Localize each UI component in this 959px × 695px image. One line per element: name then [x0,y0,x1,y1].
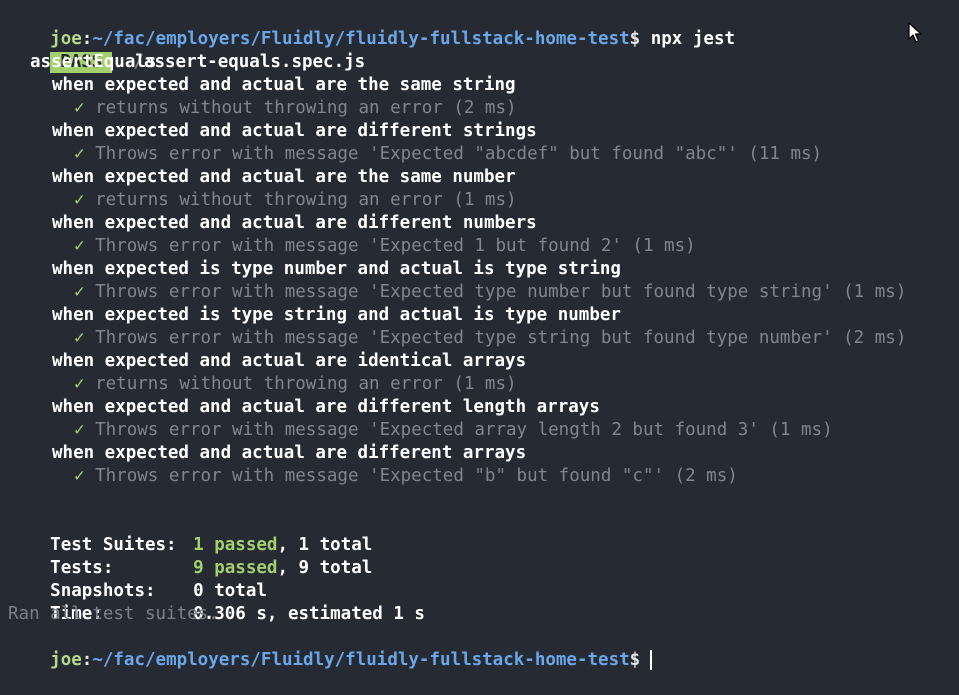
text-cursor[interactable] [650,650,653,670]
summary-tests-label: Tests: [50,558,114,578]
test-case-name: Throws error with message 'Expected "abc… [95,144,823,164]
suite-name: assertEquals [30,52,157,72]
describe-block: when expected and actual are different s… [52,121,537,141]
describe-block: when expected and actual are different n… [52,213,537,233]
test-case: ✓ returns without throwing an error (1 m… [8,189,959,212]
test-case: ✓ Throws error with message 'Expected ar… [8,419,959,442]
describe-block: when expected and actual are different a… [52,443,527,463]
check-icon: ✓ [74,144,85,164]
test-case: ✓ returns without throwing an error (2 m… [8,97,959,120]
summary-snapshots-value: 0 total [193,581,267,601]
describe-block: when expected and actual are different l… [52,397,600,417]
summary-snapshots-label: Snapshots: [50,581,156,601]
prompt-user: joe [50,29,82,49]
command-text: npx jest [640,29,736,49]
describe-block: when expected and actual are identical a… [52,351,527,371]
test-case: ✓ Throws error with message 'Expected 1 … [8,235,959,258]
test-case: ✓ Throws error with message 'Expected ty… [8,327,959,350]
check-icon: ✓ [74,98,85,118]
final-prompt-path: ~/fac/employers/Fluidly/fluidly-fullstac… [92,650,630,670]
describe-block: when expected is type number and actual … [52,259,621,279]
final-prompt-line[interactable]: joe:~/fac/employers/Fluidly/fluidly-full… [8,626,959,670]
prompt-separator: : [81,29,93,49]
final-prompt-user: joe [50,650,82,670]
summary-suites-total: , 1 total [277,535,373,555]
test-case-name: Throws error with message 'Expected type… [95,328,907,348]
summary-tests-total: , 9 total [277,558,373,578]
test-case: ✓ Throws error with message 'Expected ty… [8,281,959,304]
check-icon: ✓ [74,282,85,302]
terminal-window[interactable]: joe:~/fac/employers/Fluidly/fluidly-full… [0,0,959,670]
test-case-name: Throws error with message 'Expected 1 bu… [95,236,696,256]
summary-suites-label: Test Suites: [50,535,177,555]
check-icon: ✓ [74,190,85,210]
summary-tests-passed: 9 passed [193,558,278,578]
final-prompt-dollar: $ [629,650,641,670]
describe-block: when expected is type string and actual … [52,305,621,325]
check-icon: ✓ [74,466,85,486]
test-case: ✓ Throws error with message 'Expected "b… [8,465,959,488]
test-groups: when expected and actual are the same st… [8,74,959,488]
check-icon: ✓ [74,420,85,440]
mouse-pointer-icon [908,22,922,43]
summary-suites-passed: 1 passed [193,535,278,555]
describe-block: when expected and actual are the same nu… [52,167,516,187]
describe-block: when expected and actual are the same st… [52,75,516,95]
prompt-dollar: $ [629,29,641,49]
test-case-name: returns without throwing an error (1 ms) [95,374,517,394]
test-case: ✓ returns without throwing an error (1 m… [8,373,959,396]
final-prompt-separator: : [81,650,93,670]
test-case-name: returns without throwing an error (2 ms) [95,98,517,118]
test-case-name: Throws error with message 'Expected type… [95,282,907,302]
prompt-path: ~/fac/employers/Fluidly/fluidly-fullstac… [92,29,630,49]
check-icon: ✓ [74,236,85,256]
test-case-name: Throws error with message 'Expected arra… [95,420,833,440]
check-icon: ✓ [74,374,85,394]
test-case-name: Throws error with message 'Expected "b" … [95,466,738,486]
test-case: ✓ Throws error with message 'Expected "a… [8,143,959,166]
test-file-name: assert-equals.spec.js [143,52,366,72]
test-case-name: returns without throwing an error (1 ms) [95,190,517,210]
check-icon: ✓ [74,328,85,348]
summary-time-value: 0.306 s, estimated 1 s [193,604,425,624]
ran-all-suites: Ran all test suites. [8,604,219,624]
summary-suites: Test Suites: 1 passed, 1 total [8,511,959,555]
command-line: joe:~/fac/employers/Fluidly/fluidly-full… [8,5,959,49]
